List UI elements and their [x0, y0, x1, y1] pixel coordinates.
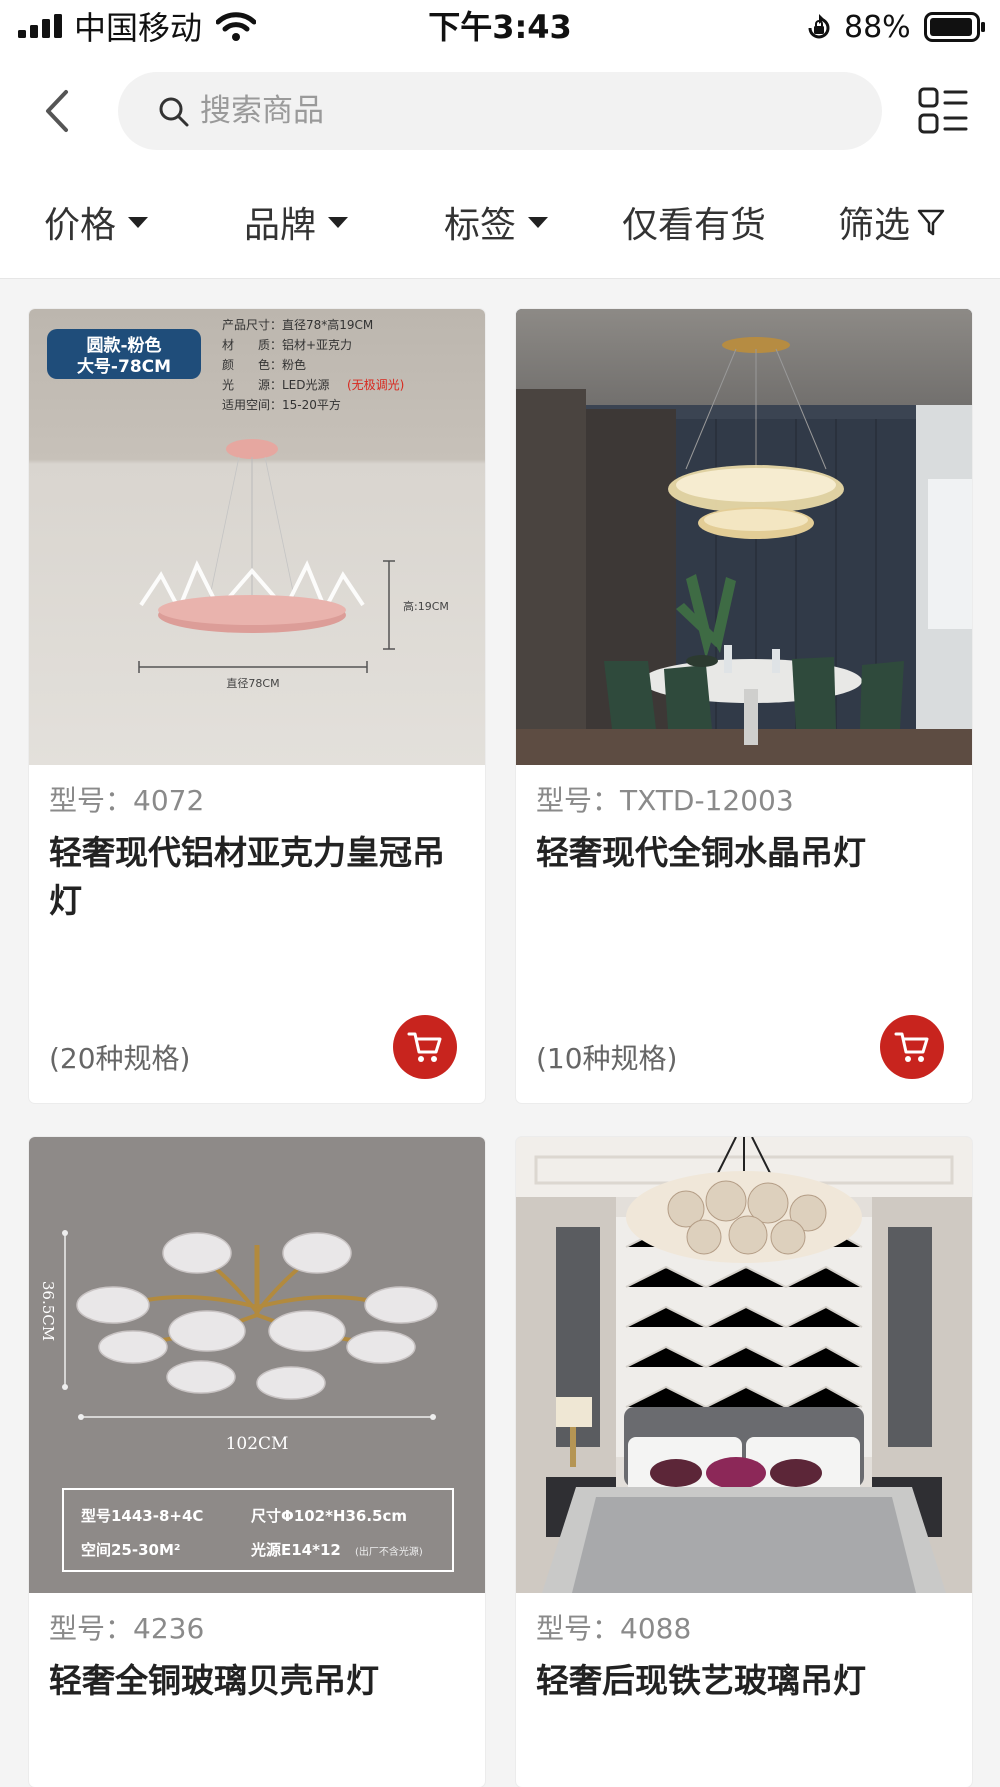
image-info-highlight: (无极调光) — [347, 378, 404, 392]
image-info-line: 适用空间：15-20平方 — [222, 397, 341, 412]
filter-more[interactable]: 筛选 — [838, 166, 946, 278]
product-card[interactable]: 36.5CM 102CM 型号1443-8+4C 尺寸Φ102*H36.5cm … — [29, 1137, 485, 1787]
product-model: 型号：TXTD-12003 — [536, 784, 794, 817]
product-image[interactable] — [516, 309, 972, 765]
image-spec-light-note: (出厂不含光源) — [355, 1545, 423, 1558]
image-height-label: 高:19CM — [403, 599, 449, 613]
product-grid: 圆款-粉色 大号-78CM 产品尺寸：直径78*高19CM 材 质：铝材+亚克力… — [0, 279, 1000, 1787]
filter-bar: 价格 品牌 标签 仅看有货 筛选 — [0, 166, 1000, 279]
back-chevron-icon[interactable] — [36, 84, 82, 138]
caret-down-icon — [128, 216, 149, 228]
image-info-line: 材 质：铝材+亚克力 — [222, 337, 352, 352]
product-title[interactable]: 轻奢全铜玻璃贝壳吊灯 — [49, 1657, 469, 1705]
image-spec-model: 型号1443-8+4C — [81, 1507, 203, 1525]
cart-icon — [894, 1032, 929, 1062]
product-title[interactable]: 轻奢现代铝材亚克力皇冠吊灯 — [49, 829, 469, 925]
product-image[interactable] — [516, 1137, 972, 1593]
image-spec-light: 光源E14*12 — [250, 1541, 341, 1559]
product-card[interactable]: 型号：TXTD-12003 轻奢现代全铜水晶吊灯 (10种规格) — [516, 309, 972, 1103]
product-specs: (10种规格) — [536, 1042, 678, 1075]
search-header — [0, 56, 1000, 166]
filter-tags-label: 标签 — [444, 205, 517, 246]
search-icon — [159, 97, 189, 127]
add-to-cart-button[interactable] — [880, 1015, 944, 1079]
image-spec-size: 尺寸Φ102*H36.5cm — [251, 1507, 407, 1525]
image-badge-line2: 大号-78CM — [77, 356, 171, 377]
rotation-lock-icon — [808, 14, 830, 39]
filter-more-label: 筛选 — [838, 205, 911, 246]
battery-icon — [924, 12, 985, 42]
filter-price-label: 价格 — [44, 205, 117, 246]
image-info-line: 颜 色：粉色 — [222, 357, 306, 372]
product-model: 型号：4236 — [49, 1612, 205, 1645]
image-info-line: 光 源：LED光源 — [222, 378, 330, 392]
funnel-icon — [917, 209, 945, 236]
product-title[interactable]: 轻奢后现铁艺玻璃吊灯 — [536, 1657, 956, 1705]
search-input[interactable] — [198, 80, 842, 142]
list-layout-icon[interactable] — [918, 86, 968, 136]
cart-icon — [407, 1032, 442, 1062]
filter-in-stock[interactable]: 仅看有货 — [622, 166, 766, 278]
add-to-cart-button[interactable] — [393, 1015, 457, 1079]
filter-brand[interactable]: 品牌 — [244, 166, 349, 278]
product-specs: (20种规格) — [49, 1042, 191, 1075]
image-width-label: 102CM — [226, 1434, 289, 1454]
image-width-label: 直径78CM — [226, 676, 279, 690]
product-title[interactable]: 轻奢现代全铜水晶吊灯 — [536, 829, 956, 877]
product-card[interactable]: 圆款-粉色 大号-78CM 产品尺寸：直径78*高19CM 材 质：铝材+亚克力… — [29, 309, 485, 1103]
caret-down-icon — [328, 216, 349, 228]
battery-percentage: 88% — [844, 10, 911, 45]
filter-tags[interactable]: 标签 — [444, 166, 549, 278]
search-bar[interactable] — [118, 72, 882, 150]
image-badge-line1: 圆款-粉色 — [86, 335, 161, 356]
image-height-label: 36.5CM — [39, 1281, 57, 1341]
filter-brand-label: 品牌 — [244, 205, 317, 246]
product-model: 型号：4088 — [536, 1612, 692, 1645]
image-info-line: 产品尺寸：直径78*高19CM — [222, 317, 373, 332]
product-image[interactable]: 36.5CM 102CM 型号1443-8+4C 尺寸Φ102*H36.5cm … — [29, 1137, 485, 1593]
status-bar: 中国移动 下午3:43 88% — [0, 0, 1000, 56]
product-image[interactable]: 圆款-粉色 大号-78CM 产品尺寸：直径78*高19CM 材 质：铝材+亚克力… — [29, 309, 485, 765]
image-spec-space: 空间25-30M² — [81, 1541, 180, 1559]
filter-in-stock-label: 仅看有货 — [622, 205, 767, 246]
product-card[interactable]: 型号：4088 轻奢后现铁艺玻璃吊灯 — [516, 1137, 972, 1787]
product-model: 型号：4072 — [49, 784, 205, 817]
filter-price[interactable]: 价格 — [44, 166, 149, 278]
caret-down-icon — [528, 216, 549, 228]
